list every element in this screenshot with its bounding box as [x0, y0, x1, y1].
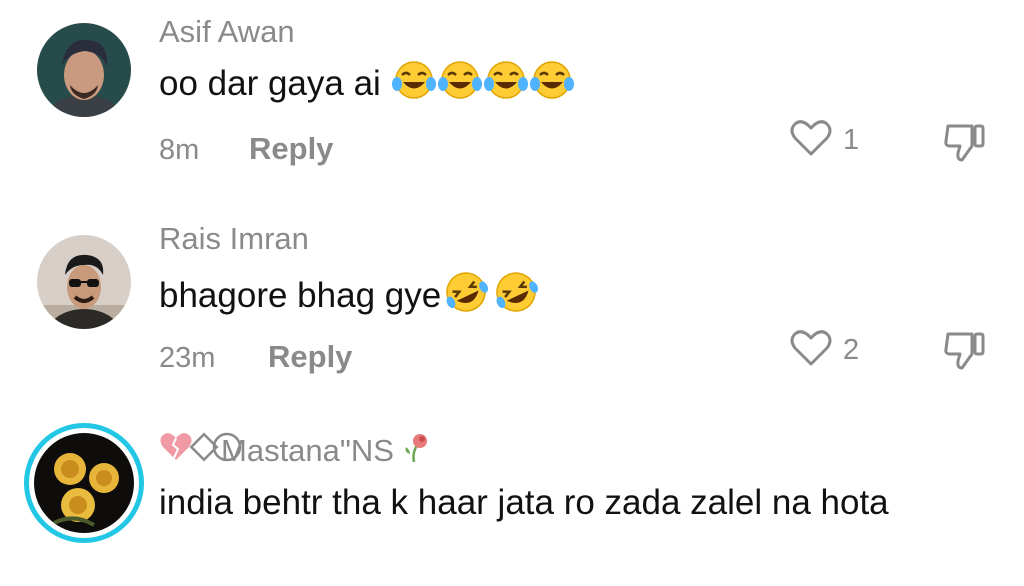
comment-text-content: bhagore bhag gye [159, 275, 442, 315]
avatar-story-ring[interactable] [24, 423, 144, 543]
comment-text: bhagore bhag gye [159, 270, 959, 325]
comment-item: Rais Imran bhagore bhag gye 23m Reply 2 [0, 200, 1024, 410]
comment-timestamp: 23m [159, 342, 216, 374]
comment-username[interactable]: Mastana"NS [159, 430, 432, 472]
tears-of-joy-emoji-icon [529, 60, 575, 111]
reply-button[interactable]: Reply [249, 131, 333, 167]
dislike-button[interactable] [942, 120, 988, 169]
avatar[interactable] [37, 23, 131, 117]
dislike-button[interactable] [942, 328, 988, 377]
heart-outline-icon[interactable] [789, 118, 833, 163]
rolling-laughing-emoji-icon [491, 270, 541, 325]
thumbs-down-outline-icon[interactable] [942, 332, 988, 376]
comment-item: Asif Awan oo dar gaya ai 8m Reply 1 [0, 0, 1024, 200]
wilted-rose-icon [398, 430, 432, 472]
reply-button[interactable]: Reply [268, 339, 352, 375]
broken-heart-icon [159, 430, 193, 472]
rolling-laughing-emoji-icon [441, 270, 491, 325]
tears-of-joy-emoji-icon [437, 60, 483, 111]
comment-username[interactable]: Rais Imran [159, 221, 309, 257]
tears-of-joy-emoji-icon [391, 60, 437, 111]
avatar[interactable] [34, 433, 134, 533]
like-button[interactable]: 2 [789, 328, 859, 373]
comment-text-content: oo dar gaya ai [159, 63, 381, 103]
avatar[interactable] [37, 235, 131, 329]
thumbs-down-outline-icon[interactable] [942, 124, 988, 168]
comment-item: Mastana"NS india behtr tha k haar jata r… [0, 410, 1024, 586]
heart-outline-icon[interactable] [789, 328, 833, 373]
comment-timestamp: 8m [159, 134, 200, 166]
comment-text: india behtr tha k haar jata ro zada zale… [159, 483, 889, 522]
like-count: 2 [843, 334, 860, 366]
tears-of-joy-emoji-icon [483, 60, 529, 111]
comment-username[interactable]: Asif Awan [159, 14, 295, 50]
comment-username-text: Mastana"NS [221, 433, 394, 468]
like-count: 1 [843, 124, 860, 156]
comment-text: oo dar gaya ai [159, 60, 959, 111]
like-button[interactable]: 1 [789, 118, 859, 163]
